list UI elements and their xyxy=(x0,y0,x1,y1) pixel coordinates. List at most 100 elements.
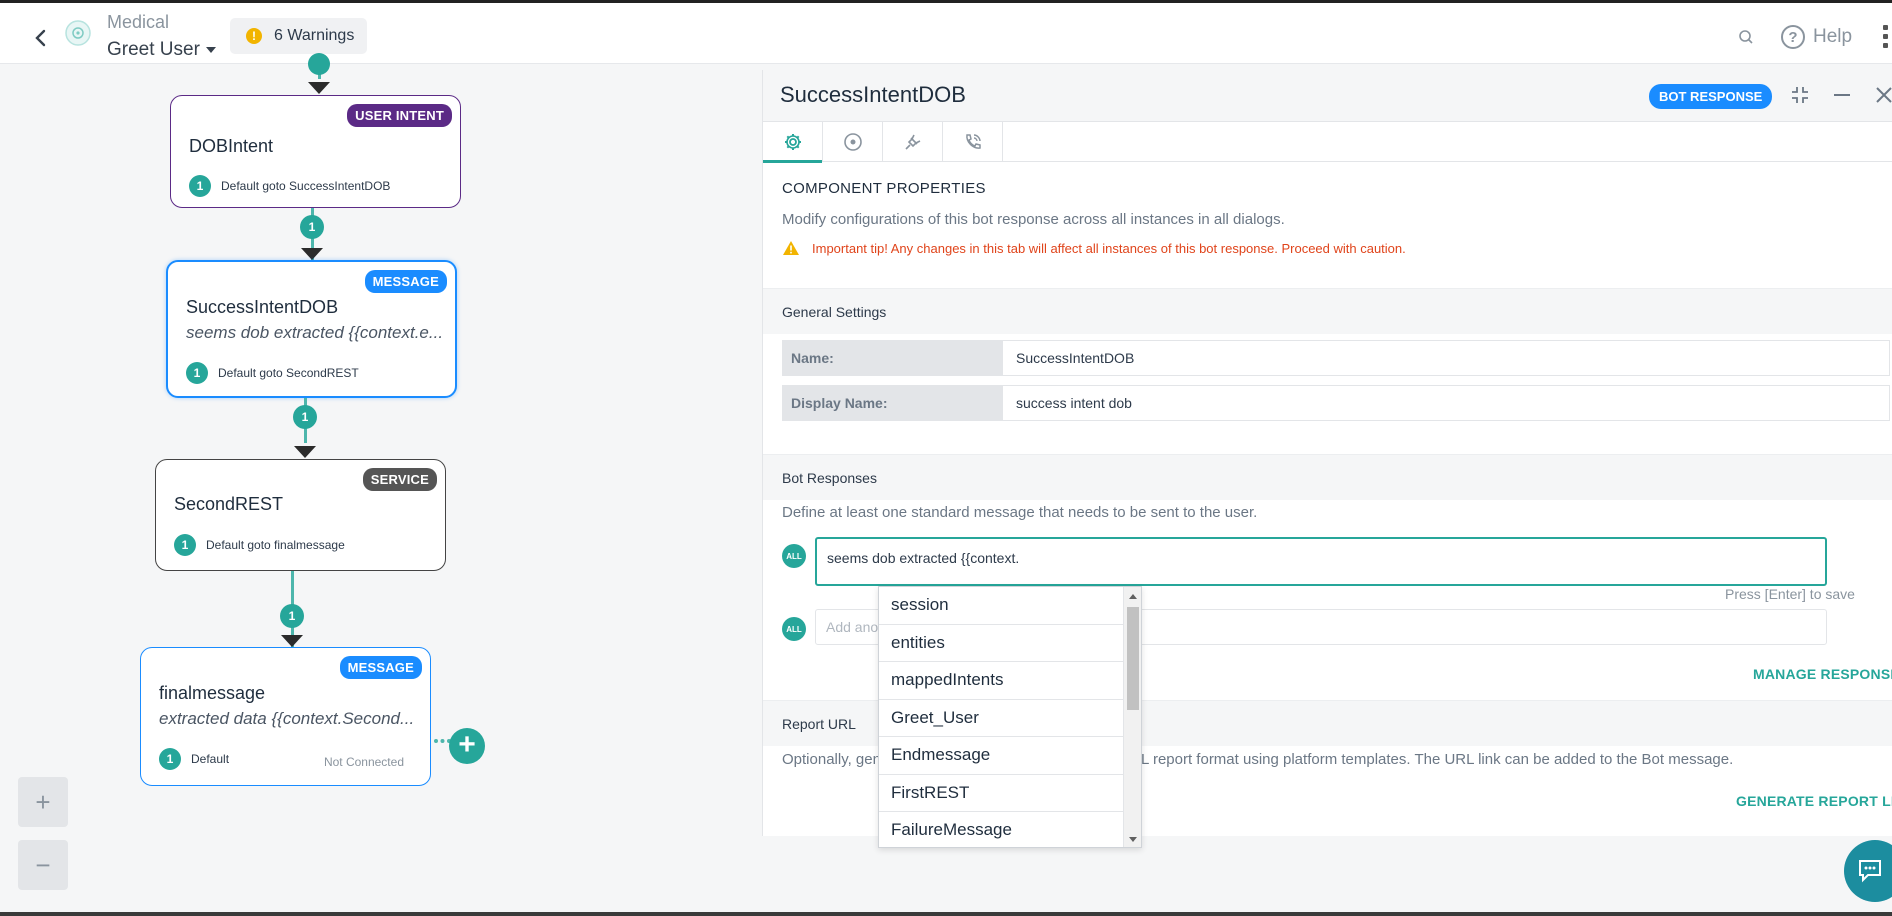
context-autocomplete-dropdown[interactable]: session entities mappedIntents Greet_Use… xyxy=(878,586,1142,848)
transition-count-badge: 1 xyxy=(159,748,181,770)
channel-all-badge[interactable]: ALL xyxy=(782,617,806,641)
generate-report-link[interactable]: GENERATE REPORT LINK xyxy=(1736,793,1892,809)
node-type-tag: MESSAGE xyxy=(364,270,447,293)
tab-settings[interactable] xyxy=(763,122,823,163)
caution-tip-text: Important tip! Any changes in this tab w… xyxy=(812,240,1406,256)
edge-arrow xyxy=(301,248,323,260)
minimize-icon[interactable] xyxy=(1831,84,1853,106)
component-type-tag: BOT RESPONSE xyxy=(1649,84,1773,109)
node-subtitle: extracted data {{context.Second... xyxy=(159,709,415,728)
bot-responses-heading: Bot Responses xyxy=(763,454,1892,500)
zoom-in-button[interactable]: + xyxy=(18,777,68,827)
autocomplete-option[interactable]: FirstREST xyxy=(879,775,1125,812)
panel-title: SuccessIntentDOB xyxy=(780,82,966,107)
autocomplete-option[interactable]: Greet_User xyxy=(879,700,1125,737)
press-enter-hint: Press [Enter] to save xyxy=(1725,586,1855,602)
transition-count-badge: 1 xyxy=(174,534,196,556)
node-transition: 1 Default xyxy=(159,748,229,770)
target-icon xyxy=(843,133,862,151)
help-icon: ? xyxy=(1781,25,1805,49)
phone-icon xyxy=(965,134,981,149)
dialog-name-label: Greet User xyxy=(107,39,200,60)
autocomplete-option[interactable]: mappedIntents xyxy=(879,662,1125,700)
settings-icon xyxy=(784,134,801,150)
edge-arrow xyxy=(281,635,303,647)
caret-down-icon xyxy=(205,46,216,53)
node-title: SecondREST xyxy=(174,494,284,514)
search-icon[interactable] xyxy=(1738,29,1754,45)
chat-button[interactable] xyxy=(1844,840,1892,902)
node-successintentdob[interactable]: MESSAGE SuccessIntentDOB seems dob extra… xyxy=(166,260,457,398)
autocomplete-option[interactable]: session xyxy=(879,587,1125,625)
node-finalmessage[interactable]: MESSAGE finalmessage extracted data {{co… xyxy=(140,647,431,786)
autocomplete-option[interactable]: entities xyxy=(879,625,1125,662)
name-field[interactable]: SuccessIntentDOB xyxy=(1002,340,1890,376)
manage-responses-link[interactable]: MANAGE RESPONSES xyxy=(1753,666,1892,682)
collapse-icon[interactable] xyxy=(1789,84,1811,106)
help-button[interactable]: ? Help xyxy=(1781,25,1852,49)
bottom-border xyxy=(0,912,1892,916)
panel-header: SuccessIntentDOB BOT RESPONSE xyxy=(763,70,1892,122)
plug-icon xyxy=(904,134,920,150)
report-url-description-end: L report format using platform templates… xyxy=(1141,751,1734,768)
scroll-down-icon[interactable] xyxy=(1129,837,1137,842)
display-name-field-row: Display Name: success intent dob xyxy=(782,385,1890,421)
add-node-button[interactable]: + xyxy=(449,728,485,764)
chat-icon xyxy=(1859,860,1881,883)
node-type-tag: SERVICE xyxy=(362,468,437,491)
edge-arrow xyxy=(308,82,330,94)
scrollbar-thumb[interactable] xyxy=(1127,607,1139,710)
display-name-field[interactable]: success intent dob xyxy=(1002,385,1890,421)
autocomplete-option[interactable]: FailureMessage xyxy=(879,812,1125,847)
tab-instance[interactable] xyxy=(823,122,883,162)
transition-count-badge: 1 xyxy=(186,362,208,384)
tab-connections[interactable] xyxy=(883,122,943,162)
node-subtitle: seems dob extracted {{context.e... xyxy=(186,323,444,342)
warning-icon: ! xyxy=(246,28,262,44)
node-secondrest[interactable]: SERVICE SecondREST 1 Default goto finalm… xyxy=(155,459,446,571)
channel-all-badge[interactable]: ALL xyxy=(782,544,806,568)
node-title: SuccessIntentDOB xyxy=(186,297,339,317)
general-settings-heading: General Settings xyxy=(763,288,1892,334)
bot-responses-description: Define at least one standard message tha… xyxy=(782,504,1258,521)
edge-arrow xyxy=(294,446,316,458)
back-arrow-icon[interactable] xyxy=(30,27,52,49)
node-title: finalmessage xyxy=(159,683,266,703)
zoom-out-button[interactable]: − xyxy=(18,840,68,890)
close-icon[interactable] xyxy=(1873,84,1892,106)
edge-badge xyxy=(308,53,330,75)
connection-status: Not Connected xyxy=(323,755,404,769)
node-dobintent[interactable]: USER INTENT DOBIntent 1 Default goto Suc… xyxy=(170,95,461,208)
name-field-label: Name: xyxy=(782,340,1002,376)
edge-badge: 1 xyxy=(293,405,317,429)
node-transition: 1 Default goto SecondREST xyxy=(186,362,359,384)
node-transition: 1 Default goto finalmessage xyxy=(174,534,345,556)
node-title: DOBIntent xyxy=(189,136,274,156)
edge-badge: 1 xyxy=(300,215,324,239)
bot-name: Medical xyxy=(107,12,170,32)
dialog-canvas[interactable]: USER INTENT DOBIntent 1 Default goto Suc… xyxy=(0,53,762,916)
autocomplete-option[interactable]: Endmessage xyxy=(879,737,1125,775)
top-bar: Medical Greet User ! 6 Warnings ? Help xyxy=(0,0,1892,64)
node-type-tag: MESSAGE xyxy=(339,656,422,679)
node-transition: 1 Default goto SuccessIntentDOB xyxy=(189,175,390,197)
more-options-icon[interactable] xyxy=(1883,25,1889,49)
component-description: Modify configurations of this bot respon… xyxy=(782,211,1285,228)
name-field-row: Name: SuccessIntentDOB xyxy=(782,340,1890,376)
dialog-selector[interactable]: Greet User xyxy=(107,39,216,61)
dropdown-scrollbar[interactable] xyxy=(1123,587,1141,847)
transition-label: Default goto SecondREST xyxy=(218,366,359,380)
help-label: Help xyxy=(1813,26,1853,47)
warnings-button[interactable]: ! 6 Warnings xyxy=(230,18,367,54)
tab-voice[interactable] xyxy=(943,122,1003,162)
display-name-field-label: Display Name: xyxy=(782,385,1002,421)
caution-tip: Important tip! Any changes in this tab w… xyxy=(782,240,1406,256)
report-url-description-start: Optionally, gen xyxy=(782,751,881,768)
node-type-tag: USER INTENT xyxy=(347,104,452,127)
transition-label: Default goto finalmessage xyxy=(206,538,345,552)
panel-tabs xyxy=(763,122,1892,163)
warning-triangle-icon xyxy=(783,241,799,255)
transition-label: Default goto SuccessIntentDOB xyxy=(221,179,391,193)
bot-message-input[interactable]: seems dob extracted {{context. xyxy=(815,537,1827,586)
scroll-up-icon[interactable] xyxy=(1129,594,1137,599)
